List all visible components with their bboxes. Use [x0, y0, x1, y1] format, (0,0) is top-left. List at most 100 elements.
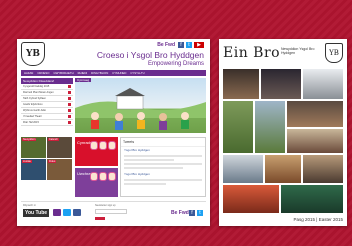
- feed-line: [124, 183, 166, 185]
- tile-news[interactable]: Newyddion: [21, 137, 46, 158]
- child-face-icon: [90, 172, 98, 181]
- nav-item[interactable]: RHIENI: [78, 71, 87, 75]
- tile-video[interactable]: Fideo: [47, 159, 72, 180]
- child-head: [115, 113, 123, 121]
- hero-label: Cymraeg: [75, 78, 92, 82]
- newsletter-photo: [281, 185, 343, 213]
- sidebar-news-label: Gwobr Efydd Eco: [23, 103, 43, 106]
- newsletter-photo: [223, 155, 263, 183]
- main-navigation: HAFAN CROESO GWYBODAETH RHIENI DISGYBLIO…: [21, 70, 206, 76]
- nav-item[interactable]: CYMUNED: [112, 71, 126, 75]
- footer-social-label: Be Fwd: [171, 210, 189, 216]
- social-feed-panel[interactable]: Tweets Ysgol Bro Hyddgen Ysgol Bro Hyddg…: [120, 137, 206, 197]
- subscribe-button[interactable]: [95, 217, 105, 220]
- school-logo[interactable]: YB: [21, 42, 45, 66]
- child-body: [159, 121, 167, 130]
- child-face-icon: [108, 172, 116, 181]
- newsletter-photo: [261, 69, 301, 99]
- site-title: Croeso i Ysgol Bro Hyddgen: [96, 50, 204, 60]
- news-sidebar: Newyddion Diweddaraf Cyngerdd Nadolig 20…: [21, 78, 73, 126]
- tile-label: Fideo: [48, 160, 57, 163]
- newsletter-photo: [223, 69, 259, 99]
- roof: [115, 88, 145, 96]
- site-footer: Dilynwch ni You Tube Newsletter sign up …: [21, 201, 206, 224]
- footer-subscribe-label: Newsletter sign up: [95, 204, 116, 207]
- child-face-icon: [90, 141, 98, 150]
- child-body: [137, 120, 145, 129]
- feed-line: [124, 167, 183, 169]
- feed-account[interactable]: Ysgol Bro Hyddgen: [121, 147, 205, 153]
- tile-photos[interactable]: Lluniau: [21, 159, 46, 180]
- newsletter-photo: [287, 101, 343, 127]
- arrow-icon: [68, 121, 71, 124]
- hero-illustration[interactable]: Cymraeg: [75, 78, 206, 133]
- feed-header: Tweets: [121, 138, 205, 147]
- youtube-label: You Tube: [25, 210, 48, 216]
- feed-account[interactable]: Ysgol Bro Hyddgen: [121, 171, 205, 177]
- sidebar-news-label: Taith Cyfnod Sylfaen: [23, 97, 46, 100]
- social-label: Be Fwd: [157, 42, 175, 48]
- youtube-badge[interactable]: You Tube: [23, 209, 50, 217]
- cartoon-children-illustration: [75, 88, 206, 130]
- child-head: [91, 112, 99, 120]
- child-head: [181, 112, 189, 120]
- facebook-icon[interactable]: f: [189, 210, 195, 216]
- child-body: [181, 120, 189, 129]
- child-face-icon: [108, 141, 116, 150]
- arrow-icon: [68, 115, 71, 118]
- child-face-icon: [99, 141, 107, 150]
- twitter-icon[interactable]: t: [197, 210, 203, 216]
- tile-label: Calendr: [48, 138, 59, 141]
- child-body: [91, 120, 99, 129]
- instagram-icon[interactable]: [53, 209, 61, 216]
- school-building: [116, 95, 144, 110]
- nav-item[interactable]: HAFAN: [24, 71, 33, 75]
- newsletter-title: Ein Bro: [223, 45, 281, 61]
- arrow-icon: [68, 109, 71, 112]
- tile-label: Newyddion: [22, 138, 37, 141]
- secondary-panel[interactable]: Uwchradd: [75, 168, 118, 197]
- twitter-icon[interactable]: t: [186, 42, 192, 48]
- sidebar-news-label: Ffair Haf 2015: [23, 121, 39, 124]
- nav-item[interactable]: GWYBODAETH: [53, 71, 73, 75]
- child-body: [115, 121, 123, 130]
- tile-calendar[interactable]: Calendr: [47, 137, 72, 158]
- facebook-icon[interactable]: [73, 209, 81, 216]
- child-face-icon: [99, 172, 107, 181]
- footer-follow-label: Dilynwch ni: [23, 204, 36, 207]
- site-subtitle: Empowering Dreams: [147, 61, 204, 67]
- school-logo: YB: [325, 43, 343, 63]
- sidebar-news-label: Diwrnod Plant Mewn Angen: [23, 91, 54, 94]
- twitter-icon[interactable]: [63, 209, 71, 216]
- sidebar-news-item[interactable]: Ffair Haf 2015: [21, 120, 73, 126]
- newsletter-photo: [303, 155, 343, 183]
- website-preview-card[interactable]: YB Be Fwd f t ▶ Croeso i Ysgol Bro Hyddg…: [17, 39, 210, 226]
- feed-line: [124, 163, 202, 165]
- arrow-icon: [68, 103, 71, 106]
- arrow-icon: [68, 91, 71, 94]
- email-field[interactable]: [95, 209, 127, 214]
- children-faces: [90, 141, 116, 150]
- newsletter-photo: [265, 155, 301, 183]
- facebook-icon[interactable]: f: [178, 42, 184, 48]
- newsletter-photo: [287, 129, 343, 153]
- newsletter-photo: [303, 69, 343, 99]
- sidebar-news-label: Wythnos Gwrth-fwlio: [23, 109, 46, 112]
- primary-panel[interactable]: Cynradd: [75, 137, 118, 166]
- youtube-icon[interactable]: ▶: [194, 42, 204, 48]
- nav-item[interactable]: DISGYBLION: [91, 71, 108, 75]
- nav-item[interactable]: CROESO: [37, 71, 49, 75]
- newsletter-photo: [223, 185, 279, 213]
- nav-item[interactable]: CYSYLLTU: [130, 71, 144, 75]
- tile-label: Lluniau: [22, 160, 33, 163]
- arrow-icon: [68, 97, 71, 100]
- newsletter-photo: [255, 101, 285, 153]
- newsletter-subtitle: Newyddion Ysgol Bro Hyddgen: [281, 47, 315, 55]
- children-faces: [90, 172, 116, 181]
- quick-link-tiles: Newyddion Calendr Lluniau Fideo: [21, 137, 73, 181]
- newsletter-photo: [223, 101, 253, 153]
- newsletter-preview-card[interactable]: Ein Bro Newyddion Ysgol Bro Hyddgen YB P…: [219, 39, 347, 226]
- child-head: [137, 112, 145, 120]
- social-links: Be Fwd f t ▶: [157, 42, 204, 48]
- feed-line: [124, 159, 175, 161]
